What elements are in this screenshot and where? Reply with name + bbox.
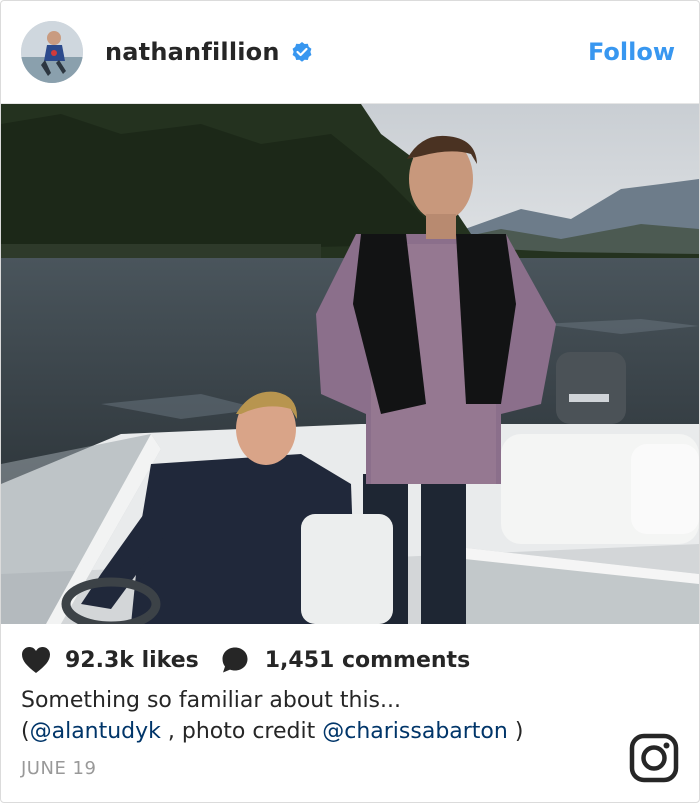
comments-count: 1,451 comments	[264, 647, 471, 673]
caption-paren-close: )	[507, 719, 524, 744]
post-photo[interactable]	[1, 104, 699, 624]
post-stats: 92.3k likes 1,451 comments	[21, 643, 470, 677]
caption-middle-text: , photo credit	[160, 719, 323, 744]
mention-link-alantudyk[interactable]: @alantudyk	[30, 719, 161, 744]
likes-count: 92.3k likes	[65, 647, 199, 673]
follow-button[interactable]: Follow	[588, 37, 675, 67]
caption-line-2: (@alantudyk , photo credit @charissabart…	[21, 716, 621, 747]
mention-link-charissabarton[interactable]: @charissabarton	[322, 719, 508, 744]
post-header: nathanfillion Follow	[1, 1, 699, 104]
username[interactable]: nathanfillion	[105, 37, 280, 67]
comment-icon[interactable]	[221, 646, 249, 674]
caption-line-1: Something so familiar about this...	[21, 688, 401, 713]
verified-badge-icon	[292, 42, 312, 62]
post-caption: Something so familiar about this... (@al…	[21, 685, 621, 747]
instagram-embed-card: nathanfillion Follow 92.3k likes 1,451 c…	[0, 0, 700, 803]
heart-icon[interactable]	[21, 646, 51, 674]
avatar[interactable]	[21, 21, 83, 83]
caption-paren-open: (	[21, 719, 30, 744]
post-date[interactable]: JUNE 19	[21, 758, 96, 779]
instagram-logo-icon[interactable]	[629, 733, 679, 783]
